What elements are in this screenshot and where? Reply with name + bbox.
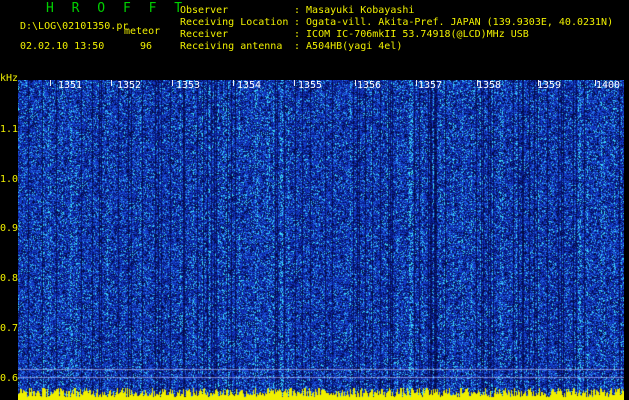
minute-label: 1359 [537, 80, 562, 91]
spectrogram [18, 80, 624, 400]
minute-label: 1357 [418, 80, 443, 91]
app-title: H R O F F T [46, 1, 188, 16]
y-tick-label: 1.1 [0, 124, 19, 135]
axis-unit: kHz [0, 73, 19, 84]
time-tick [416, 80, 417, 86]
time-tick [50, 80, 51, 86]
minute-label: 1353 [176, 80, 201, 91]
minute-label: 1358 [477, 80, 502, 91]
location-value: : Ogata-vill. Akita-Pref. JAPAN (139.930… [294, 17, 614, 28]
count: 96 [140, 41, 153, 52]
time-tick [233, 80, 234, 86]
location-label: Receiving Location [180, 17, 289, 28]
y-tick-label: 1.0 [0, 174, 19, 185]
y-tick-label: 0.6 [0, 373, 19, 384]
y-tick-label: 0.7 [0, 323, 19, 334]
antenna-value: : A504HB(yagi 4el) [294, 41, 403, 52]
time-tick [111, 80, 112, 86]
minute-label: 1354 [237, 80, 262, 91]
time-tick [172, 80, 173, 86]
y-tick-label: 0.8 [0, 273, 19, 284]
receiver-value: : ICOM IC-706mkII 53.74918(@LCD)MHz USB [294, 29, 529, 40]
observer-value: : Masayuki Kobayashi [294, 5, 415, 16]
time-tick [355, 80, 356, 86]
minute-label: 1352 [117, 80, 142, 91]
mode-label: meteor [124, 26, 161, 37]
file-path: D:\LOG\02101350.pr [20, 21, 129, 32]
minute-label: 1400 [596, 80, 621, 91]
minute-label: 1355 [298, 80, 323, 91]
minute-label: 1356 [357, 80, 382, 91]
receiver-label: Receiver [180, 29, 229, 40]
y-tick-label: 0.9 [0, 223, 19, 234]
datetime: 02.02.10 13:50 [20, 41, 105, 52]
time-tick [294, 80, 295, 86]
antenna-label: Receiving antenna [180, 41, 283, 52]
minute-label: 1351 [58, 80, 83, 91]
observer-label: Observer [180, 5, 229, 16]
